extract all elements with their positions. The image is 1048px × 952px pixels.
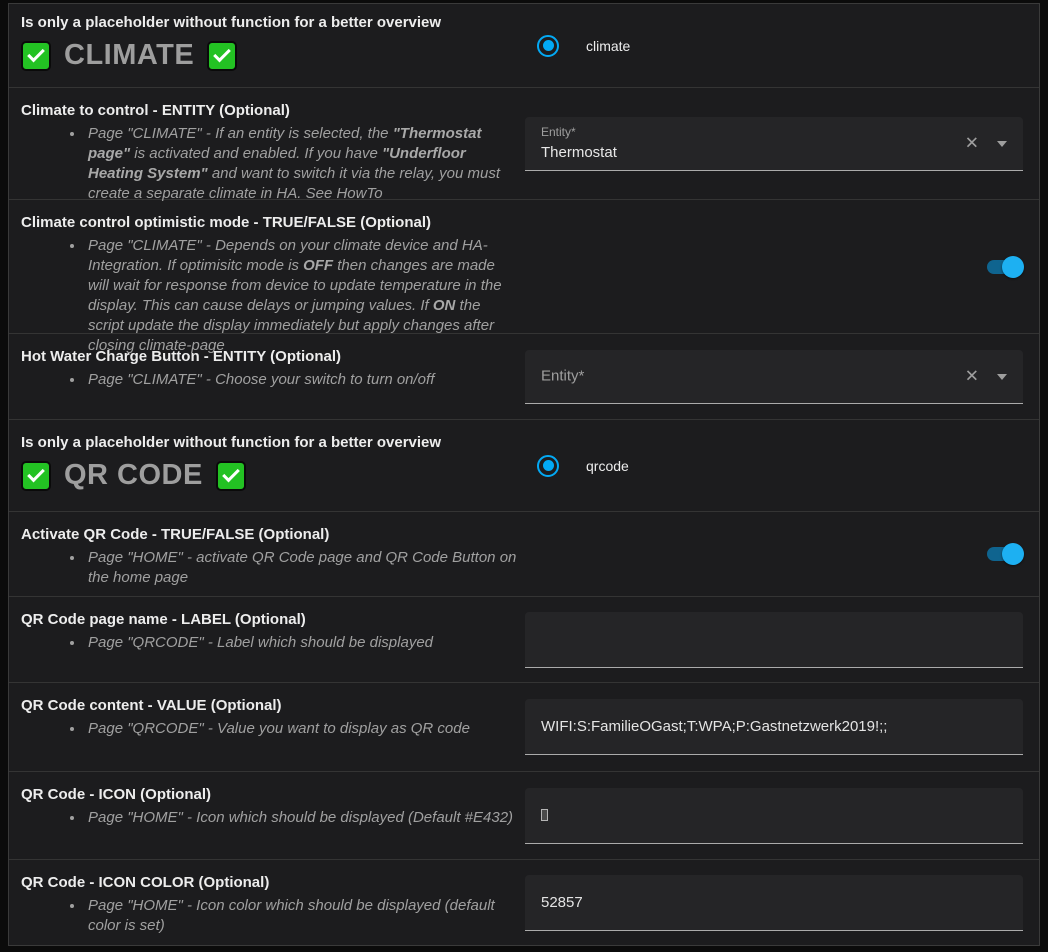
field-label: Activate QR Code - TRUE/FALSE (Optional) (21, 525, 525, 545)
qrcode-icon-color-input[interactable]: 52857 (525, 875, 1023, 931)
optimistic-mode-toggle[interactable] (987, 260, 1021, 274)
field-row-qrcode-content: QR Code content - VALUE (Optional) Page … (9, 683, 1039, 772)
radio-label: qrcode (586, 458, 629, 474)
placeholder-note: Is only a placeholder without function f… (21, 13, 525, 32)
toggle-thumb[interactable] (1002, 543, 1024, 565)
qrcode-page-name-input[interactable] (525, 612, 1023, 668)
qrcode-icon-input[interactable] (525, 788, 1023, 844)
check-emoji-icon (21, 461, 51, 491)
field-description: Page "QRCODE" - Value you want to displa… (85, 719, 519, 739)
field-label: QR Code - ICON (Optional) (21, 785, 525, 805)
check-emoji-icon (216, 461, 246, 491)
field-row-activate-qrcode: Activate QR Code - TRUE/FALSE (Optional)… (9, 512, 1039, 597)
field-description: Page "CLIMATE" - Choose your switch to t… (85, 370, 519, 390)
blueprint-config-card: Is only a placeholder without function f… (8, 3, 1040, 946)
missing-glyph-char (541, 809, 548, 821)
entity-select-label: Entity* (541, 125, 576, 139)
input-value: 52857 (541, 894, 583, 911)
entity-select-placeholder: Entity* (541, 368, 584, 385)
radio-label: climate (586, 38, 630, 54)
check-emoji-icon (21, 41, 51, 71)
section-header-qrcode: Is only a placeholder without function f… (9, 420, 1039, 512)
field-label: QR Code page name - LABEL (Optional) (21, 610, 525, 630)
qrcode-heading: QR CODE (21, 459, 525, 492)
qrcode-content-input[interactable]: WIFI:S:FamilieOGast;T:WPA;P:Gastnetzwerk… (525, 699, 1023, 755)
field-row-optimistic-mode: Climate control optimistic mode - TRUE/F… (9, 200, 1039, 334)
field-row-climate-entity: Climate to control - ENTITY (Optional) P… (9, 88, 1039, 200)
climate-heading: CLIMATE (21, 39, 525, 72)
field-label: Hot Water Charge Button - ENTITY (Option… (21, 347, 525, 367)
field-row-hot-water-entity: Hot Water Charge Button - ENTITY (Option… (9, 334, 1039, 420)
clear-icon[interactable]: ✕ (965, 135, 979, 152)
field-description: Page "CLIMATE" - If an entity is selecte… (85, 124, 519, 204)
check-emoji-icon (207, 41, 237, 71)
radio-selected-icon[interactable] (537, 35, 559, 57)
field-row-qrcode-page-name: QR Code page name - LABEL (Optional) Pag… (9, 597, 1039, 683)
clear-icon[interactable]: ✕ (965, 368, 979, 385)
input-value: WIFI:S:FamilieOGast;T:WPA;P:Gastnetzwerk… (541, 718, 887, 735)
activate-qrcode-toggle[interactable] (987, 547, 1021, 561)
field-row-qrcode-icon-color: QR Code - ICON COLOR (Optional) Page "HO… (9, 860, 1039, 945)
chevron-down-icon[interactable] (997, 374, 1007, 380)
placeholder-note: Is only a placeholder without function f… (21, 433, 525, 452)
radio-option-climate[interactable]: climate (537, 35, 630, 57)
field-description: Page "HOME" - activate QR Code page and … (85, 548, 519, 588)
field-label: Climate to control - ENTITY (Optional) (21, 101, 525, 121)
field-description: Page "HOME" - Icon which should be displ… (85, 808, 519, 828)
field-description: Page "QRCODE" - Label which should be di… (85, 633, 519, 653)
field-label: Climate control optimistic mode - TRUE/F… (21, 213, 525, 233)
section-title: CLIMATE (64, 39, 194, 72)
field-description: Page "HOME" - Icon color which should be… (85, 896, 519, 936)
chevron-down-icon[interactable] (997, 141, 1007, 147)
entity-select-value: Thermostat (541, 144, 617, 161)
field-label: QR Code - ICON COLOR (Optional) (21, 873, 525, 893)
field-label: QR Code content - VALUE (Optional) (21, 696, 525, 716)
entity-select-thermostat[interactable]: Entity* Thermostat ✕ (525, 117, 1023, 171)
radio-option-qrcode[interactable]: qrcode (537, 455, 629, 477)
toggle-thumb[interactable] (1002, 256, 1024, 278)
field-row-qrcode-icon: QR Code - ICON (Optional) Page "HOME" - … (9, 772, 1039, 860)
entity-select-empty[interactable]: Entity* ✕ (525, 350, 1023, 404)
section-header-climate: Is only a placeholder without function f… (9, 4, 1039, 88)
radio-selected-icon[interactable] (537, 455, 559, 477)
section-title: QR CODE (64, 459, 203, 492)
